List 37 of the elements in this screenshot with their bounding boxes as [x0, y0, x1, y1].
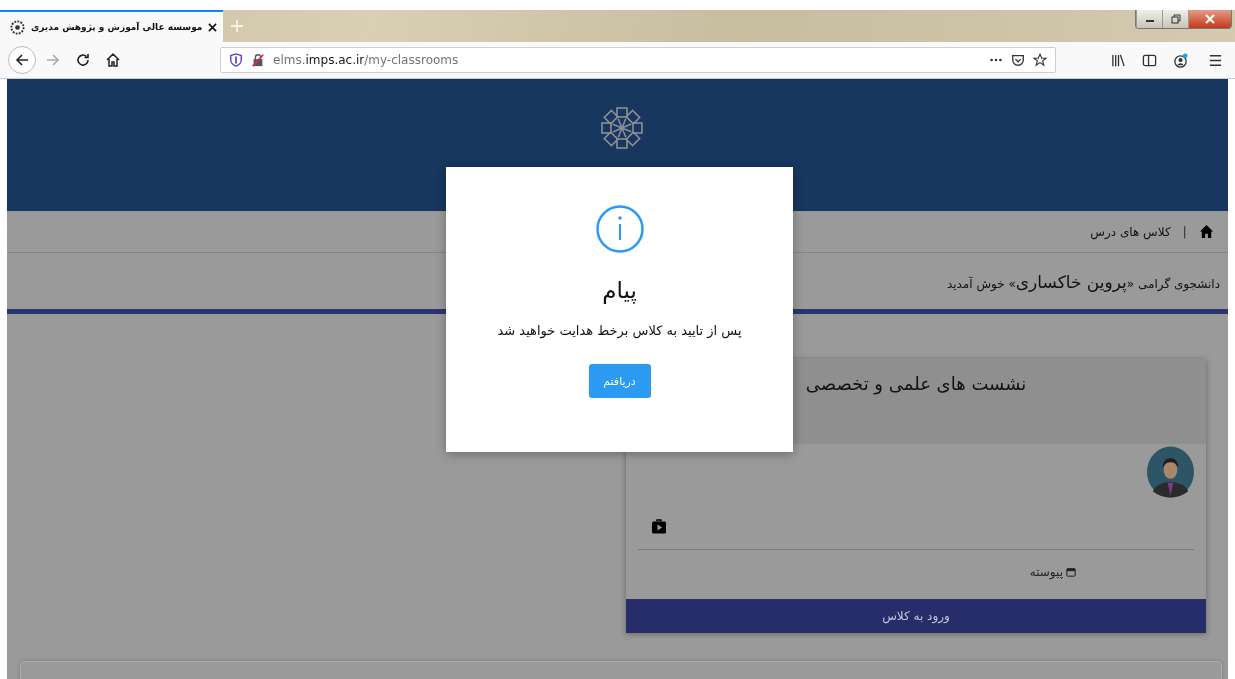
back-arrow-icon	[14, 52, 30, 68]
reload-icon[interactable]	[75, 52, 91, 68]
close-icon	[1205, 14, 1215, 24]
pocket-icon[interactable]	[1011, 53, 1025, 67]
address-bar[interactable]: elms.imps.ac.ir/my-classrooms	[220, 47, 1056, 73]
tab-title: موسسه عالی آموزش و پژوهش مدیری	[31, 22, 203, 32]
site-logo-icon	[10, 19, 25, 35]
avatar-icon	[1147, 446, 1194, 498]
browser-tab[interactable]: موسسه عالی آموزش و پژوهش مدیری	[0, 10, 224, 42]
close-icon[interactable]	[208, 22, 218, 32]
menu-icon[interactable]	[1208, 52, 1223, 68]
enter-class-button[interactable]: ورود به کلاس	[626, 599, 1206, 633]
shield-icon[interactable]	[229, 53, 243, 67]
star-icon[interactable]	[1033, 53, 1047, 67]
dialog-title: پیام	[602, 277, 637, 303]
breadcrumb-current[interactable]: کلاس های درس	[1090, 224, 1171, 239]
welcome-text: دانشجوی گرامی «پروین خاکساری» خوش آمدید	[946, 272, 1220, 292]
restore-icon	[1170, 14, 1181, 24]
schedule-text: پیوسته	[1029, 565, 1063, 579]
library-icon[interactable]	[1111, 52, 1126, 68]
info-icon	[595, 205, 644, 253]
account-icon[interactable]	[1173, 52, 1188, 68]
home-icon[interactable]	[1199, 224, 1214, 239]
home-icon[interactable]	[105, 52, 121, 68]
sidebar-icon[interactable]	[1142, 52, 1157, 68]
restore-button[interactable]	[1162, 10, 1188, 28]
dialog-message: پس از تایید به کلاس برخط هدایت خواهید شد	[497, 323, 742, 338]
calendar-icon	[1066, 567, 1076, 577]
breadcrumb-separator: |	[1182, 224, 1187, 239]
play-briefcase-icon	[651, 518, 667, 535]
url-text: elms.imps.ac.ir/my-classrooms	[273, 53, 459, 67]
insecure-lock-icon[interactable]	[251, 53, 265, 67]
logo-drawing	[599, 106, 644, 150]
back-button[interactable]	[8, 46, 36, 74]
close-window-button[interactable]	[1188, 10, 1231, 28]
minimize-button[interactable]	[1136, 10, 1162, 28]
card-title: نشست های علمی و تخصصی	[805, 373, 1027, 397]
